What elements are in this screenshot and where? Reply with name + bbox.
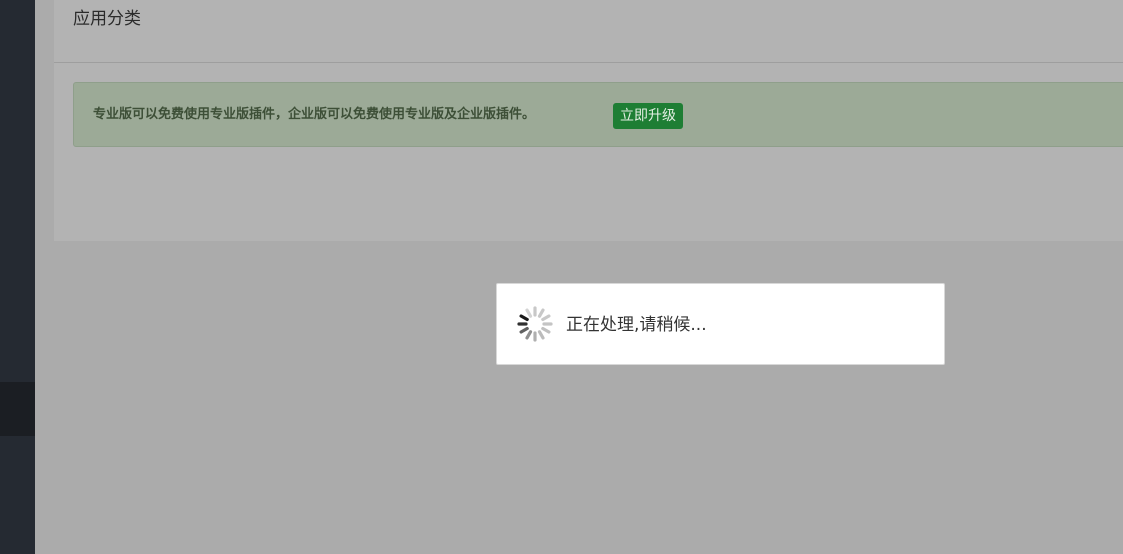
- alert-message: 专业版可以免费使用专业版插件，企业版可以免费使用专业版及企业版插件。: [93, 107, 536, 122]
- app-category-panel: 应用分类 专业版可以免费使用专业版插件，企业版可以免费使用专业版及企业版插件。 …: [54, 0, 1123, 241]
- loading-dialog: 正在处理,请稍候...: [496, 283, 945, 365]
- upgrade-alert: 专业版可以免费使用专业版插件，企业版可以免费使用专业版及企业版插件。 立即升级: [73, 82, 1123, 147]
- panel-header: 应用分类: [54, 0, 1123, 63]
- page-title: 应用分类: [73, 9, 141, 29]
- sidebar-active-item[interactable]: [0, 382, 35, 436]
- spinner-icon: [517, 306, 553, 342]
- upgrade-button[interactable]: 立即升级: [613, 103, 683, 129]
- sidebar: [0, 0, 35, 554]
- loading-message: 正在处理,请稍候...: [566, 315, 707, 335]
